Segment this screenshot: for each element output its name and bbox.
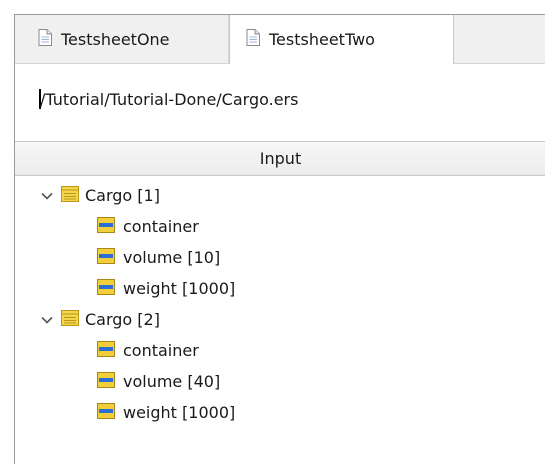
tab-bar: TestsheetOne TestsheetTwo — [15, 15, 545, 64]
tree-node-label: Cargo [2] — [85, 310, 160, 329]
column-header-label: Input — [259, 149, 302, 168]
entity-icon — [61, 309, 79, 330]
tree-leaf-volume[interactable]: volume [40] — [15, 366, 545, 397]
tree-leaf-weight[interactable]: weight [1000] — [15, 273, 545, 304]
document-icon — [38, 28, 52, 50]
tree-leaf-volume[interactable]: volume [10] — [15, 242, 545, 273]
tree-leaf-label: container — [123, 341, 199, 360]
tree-leaf-container[interactable]: container — [15, 211, 545, 242]
tree-node-label: Cargo [1] — [85, 186, 160, 205]
tree-node-cargo-2[interactable]: Cargo [2] — [15, 304, 545, 335]
tree-leaf-label: weight [1000] — [123, 279, 236, 298]
editor-panel: TestsheetOne TestsheetTwo /Tutorial/Tuto… — [14, 14, 545, 464]
tree-leaf-label: container — [123, 217, 199, 236]
attribute-icon — [97, 371, 115, 392]
attribute-icon — [97, 340, 115, 361]
file-path[interactable]: /Tutorial/Tutorial-Done/Cargo.ers — [39, 89, 298, 109]
tree-node-cargo-1[interactable]: Cargo [1] — [15, 180, 545, 211]
tab-label: TestsheetOne — [61, 29, 170, 49]
tree-leaf-label: weight [1000] — [123, 403, 236, 422]
attribute-icon — [97, 402, 115, 423]
tab-testsheet-one[interactable]: TestsheetOne — [23, 15, 229, 63]
tab-label: TestsheetTwo — [269, 30, 375, 49]
chevron-down-icon[interactable] — [39, 312, 55, 328]
attribute-icon — [97, 247, 115, 268]
attribute-icon — [97, 216, 115, 237]
tree-leaf-container[interactable]: container — [15, 335, 545, 366]
tree-leaf-weight[interactable]: weight [1000] — [15, 397, 545, 428]
entity-icon — [61, 185, 79, 206]
file-path-text: /Tutorial/Tutorial-Done/Cargo.ers — [40, 90, 299, 109]
attribute-icon — [97, 278, 115, 299]
tab-testsheet-two[interactable]: TestsheetTwo — [229, 15, 454, 64]
column-header-input[interactable]: Input — [15, 141, 545, 176]
chevron-down-icon[interactable] — [39, 188, 55, 204]
tree-leaf-label: volume [40] — [123, 372, 221, 391]
document-icon — [246, 29, 260, 50]
tree-view: Cargo [1] container volume [10] weight [… — [15, 180, 545, 428]
tree-leaf-label: volume [10] — [123, 248, 221, 267]
